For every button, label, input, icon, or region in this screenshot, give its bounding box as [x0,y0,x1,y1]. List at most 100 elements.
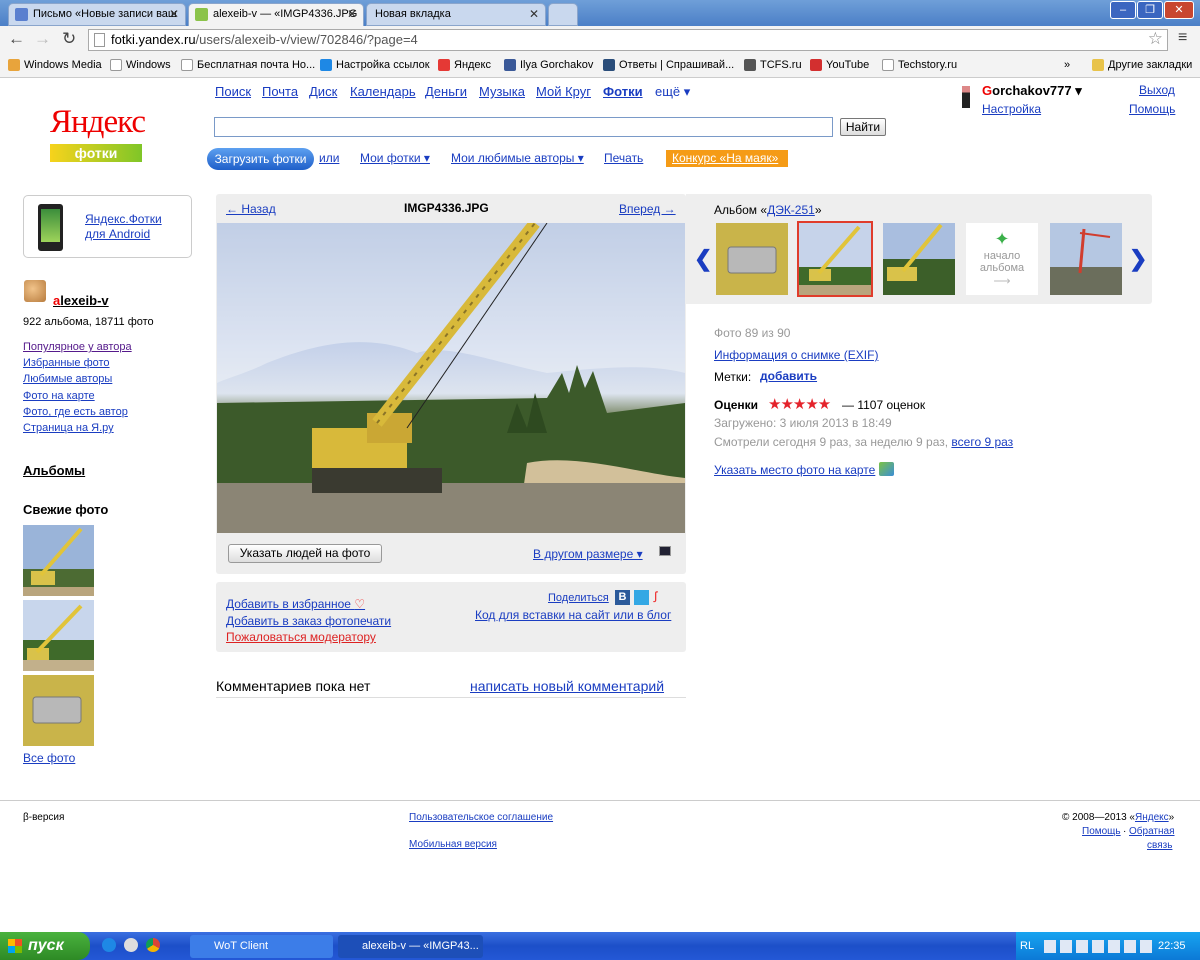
bookmark-item[interactable]: Ответы | Спрашивай... [603,59,734,71]
task-chrome[interactable]: alexeib-v — «IMGP43... [338,935,483,958]
map-location-link[interactable]: Указать место фото на карте [714,463,875,477]
twitter-icon[interactable] [634,590,649,605]
print-link[interactable]: Печать [604,151,643,165]
strip-prev-icon[interactable]: ❮ [694,246,712,272]
rating-stars[interactable]: ★★★★★ [768,395,831,413]
map-icon[interactable] [879,462,894,476]
nav-fotki[interactable]: Фотки [603,84,643,99]
author-avatar[interactable] [24,280,46,302]
bookmark-star-icon[interactable]: ☆ [1148,29,1163,49]
android-link-line1[interactable]: Яндекс.Фотки [85,212,162,226]
complain-link[interactable]: Пожаловаться модератору [226,630,376,644]
nav-moikrug[interactable]: Мой Круг [536,84,591,99]
bookmarks-overflow[interactable]: » [1064,59,1070,71]
close-tab-icon[interactable]: ✕ [169,7,179,21]
nav-mail[interactable]: Почта [262,84,298,99]
album-thumb[interactable] [1050,223,1122,295]
skype-icon[interactable] [102,938,116,952]
chrome-icon[interactable] [146,938,160,952]
sidebar-link-popular[interactable]: Популярное у автора [23,341,132,353]
footer-help-link[interactable]: Помощь [1082,826,1121,837]
forward-arrow-icon[interactable]: → [34,29,51,49]
nav-more[interactable]: ещё ▾ [655,84,690,100]
my-photos-menu[interactable]: Мои фотки ▾ [360,151,430,165]
nav-calendar[interactable]: Календарь [350,84,416,99]
search-input[interactable] [214,117,833,137]
fresh-photo-thumb[interactable] [23,675,94,746]
android-link-line2[interactable]: для Android [85,227,150,241]
nav-search[interactable]: Поиск [215,84,251,99]
sidebar-link-with-author[interactable]: Фото, где есть автор [23,406,128,418]
add-favorite-link[interactable]: Добавить в избранное ♡ [226,597,365,611]
nav-music[interactable]: Музыка [479,84,525,99]
yaru-icon[interactable]: ꭍ [653,588,658,607]
main-photo[interactable] [217,223,685,533]
albums-link[interactable]: Альбомы [23,463,85,478]
bookmark-item[interactable]: TCFS.ru [744,59,802,71]
add-tags-link[interactable]: добавить [760,369,817,383]
add-print-link[interactable]: Добавить в заказ фотопечати [226,614,391,628]
user-menu[interactable]: Gorchakov777 ▾ [982,83,1082,99]
nav-money[interactable]: Деньги [425,84,467,99]
tab-photo[interactable]: alexeib-v — «IMGP4336.JPG ✕ [188,3,364,26]
upload-photos-button[interactable]: Загрузить фотки [207,148,314,170]
search-button[interactable]: Найти [840,118,886,136]
agreement-link[interactable]: Пользовательское соглашение [409,812,553,823]
task-wot-client[interactable]: WoT Client [190,935,333,958]
slideshow-icon[interactable] [659,546,671,556]
share-link[interactable]: Поделиться [548,592,609,604]
bookmark-item[interactable]: Windows Media [8,59,102,71]
minimize-icon[interactable]: – [1110,1,1136,19]
bookmark-item[interactable]: Яндекс [438,59,491,71]
feedback-link[interactable]: Обратная [1129,826,1175,837]
fresh-photo-thumb[interactable] [23,600,94,671]
menu-icon[interactable]: ≡ [1178,29,1187,47]
all-photos-link[interactable]: Все фото [23,751,75,765]
new-tab-button[interactable] [548,3,578,26]
bookmark-item[interactable]: Бесплатная почта Ho... [181,59,315,71]
tab-mail[interactable]: Письмо «Новые записи ваш ✕ [8,3,186,26]
reload-icon[interactable]: ↻ [62,29,76,49]
nav-disk[interactable]: Диск [309,84,337,99]
yandex-fotki-logo[interactable]: Яндекс фотки [50,104,146,162]
album-thumb-current[interactable] [797,221,873,297]
bookmark-item[interactable]: Techstory.ru [882,59,957,71]
prev-photo-link[interactable]: ← Назад [226,202,276,216]
contest-banner-link[interactable]: Конкурс «На маяк» [666,150,788,167]
tray-icons[interactable] [1044,940,1154,953]
album-thumb[interactable] [883,223,955,295]
sidebar-link-map[interactable]: Фото на карте [23,390,95,402]
other-size-menu[interactable]: В другом размере ▾ [533,547,643,561]
help-link[interactable]: Помощь [1129,102,1175,116]
android-app-promo[interactable]: Яндекс.Фотки для Android [23,195,192,258]
or-link[interactable]: или [319,151,339,165]
album-link[interactable]: ДЭК-251 [767,203,815,217]
language-indicator[interactable]: RL [1020,940,1034,952]
bookmark-item[interactable]: YouTube [810,59,869,71]
write-comment-link[interactable]: написать новый комментарий [470,678,664,694]
other-bookmarks[interactable]: Другие закладки [1092,59,1192,71]
close-tab-icon[interactable]: ✕ [529,7,539,21]
sidebar-link-fav-authors[interactable]: Любимые авторы [23,373,112,385]
next-photo-link[interactable]: Вперед → [619,202,676,216]
fresh-photo-thumb[interactable] [23,525,94,596]
mobile-version-link[interactable]: Мобильная версия [409,839,497,850]
window-close-icon[interactable]: ✕ [1164,1,1194,19]
fav-authors-menu[interactable]: Мои любимые авторы ▾ [451,151,584,165]
settings-link[interactable]: Настройка [982,102,1041,116]
logout-link[interactable]: Выход [1139,83,1175,97]
feedback-link-line2[interactable]: связь [1147,840,1172,851]
vk-icon[interactable]: В [615,590,630,605]
sidebar-link-favorites[interactable]: Избранные фото [23,357,110,369]
album-thumb[interactable] [716,223,788,295]
mark-people-button[interactable]: Указать людей на фото [228,544,382,563]
address-bar[interactable]: fotki.yandex.ru/users/alexeib-v/view/702… [88,29,1168,51]
yandex-footer-link[interactable]: Яндекс [1135,812,1169,823]
exif-link[interactable]: Информация о снимке (EXIF) [714,348,878,362]
strip-next-icon[interactable]: ❯ [1129,246,1147,272]
sidebar-link-yaru[interactable]: Страница на Я.ру [23,422,114,434]
back-arrow-icon[interactable]: ← [8,29,25,49]
album-start-tile[interactable]: ✦ начало альбома ⟶ [966,223,1038,295]
bookmark-item[interactable]: Windows [110,59,171,71]
tab-new[interactable]: Новая вкладка ✕ [366,3,546,26]
